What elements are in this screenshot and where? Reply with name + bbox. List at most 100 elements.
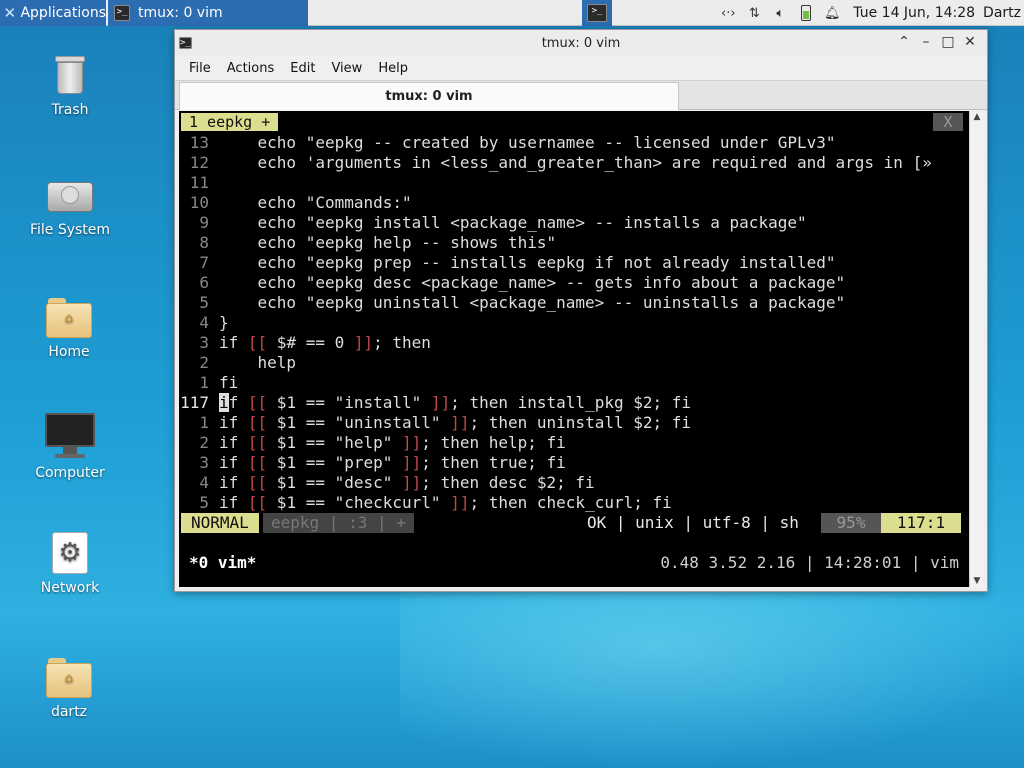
line-number: 1 — [199, 373, 209, 392]
line-text: echo 'arguments in <less_and_greater_tha… — [219, 153, 932, 172]
code-line: 4} — [179, 313, 229, 333]
shade-button-icon[interactable]: ⌃ — [893, 34, 915, 50]
line-text: echo "eepkg -- created by usernamee -- l… — [219, 133, 836, 152]
code-line: 13 echo "eepkg -- created by usernamee -… — [179, 133, 836, 153]
window-terminal-icon[interactable]: >_ — [179, 34, 192, 50]
volume-icon[interactable]: 🔈︎ — [769, 4, 791, 22]
line-text: echo "eepkg install <package_name> -- in… — [219, 213, 807, 232]
code-line: 6 echo "eepkg desc <package_name> -- get… — [179, 273, 845, 293]
line-number: 4 — [199, 313, 209, 332]
applications-menu-button[interactable]: ✕ Applications — [0, 0, 106, 26]
line-text: if [[ $1 == "uninstall" ]]; then uninsta… — [219, 413, 692, 432]
code-line: 5 echo "eepkg uninstall <package_name> -… — [179, 293, 845, 313]
terminal-icon: >_ — [587, 4, 607, 22]
window-title: tmux: 0 vim — [541, 35, 621, 51]
line-number: 10 — [189, 193, 209, 212]
drive-icon — [47, 178, 93, 216]
minimize-button-icon[interactable]: – — [915, 34, 937, 50]
line-text: echo "eepkg help -- shows this" — [219, 233, 557, 252]
line-number: 7 — [199, 253, 209, 272]
line-text: if [[ $1 == "prep" ]]; then true; fi — [219, 453, 566, 472]
desktop-icon-home[interactable]: ⌂ Home — [14, 298, 124, 360]
line-number: 3 — [199, 333, 209, 352]
desktop-icon-label: dartz — [50, 704, 88, 720]
menubar: File Actions Edit View Help — [175, 56, 987, 80]
line-number: 1 — [199, 413, 209, 432]
line-number: 13 — [189, 133, 209, 152]
bell-icon[interactable]: 🔔︎ — [821, 4, 843, 22]
line-number: 117 — [180, 393, 209, 412]
menu-view[interactable]: View — [323, 61, 370, 76]
line-text: echo "eepkg desc <package_name> -- gets … — [219, 273, 846, 292]
line-number: 5 — [199, 293, 209, 312]
scroll-down-icon[interactable]: ▼ — [970, 575, 984, 587]
battery-icon[interactable] — [795, 4, 817, 22]
menu-actions[interactable]: Actions — [219, 61, 283, 76]
menu-file[interactable]: File — [181, 61, 219, 76]
desktop-icon-file-system[interactable]: File System — [15, 178, 125, 238]
network-arrows-icon[interactable]: ‹·› — [717, 4, 739, 22]
desktop-icon-trash[interactable]: Trash — [15, 52, 125, 118]
monitor-icon — [45, 413, 95, 459]
line-number: 8 — [199, 233, 209, 252]
line-number: 6 — [199, 273, 209, 292]
maximize-button-icon[interactable]: □ — [937, 34, 959, 50]
terminal-launcher-button[interactable]: >_ — [582, 0, 612, 26]
tmux-status-right: 0.48 3.52 2.16 | 14:28:01 | vim — [660, 553, 959, 572]
code-line: 117 if [[ $1 == "install" ]]; then instal… — [179, 393, 691, 413]
code-line: 1 fi — [179, 373, 238, 393]
terminal-tab[interactable]: tmux: 0 vim — [179, 82, 679, 110]
clock[interactable]: Tue 14 Jun, 14:28 — [853, 5, 975, 21]
code-line: 12 echo 'arguments in <less_and_greater_… — [179, 153, 932, 173]
vim-percent: 95% — [821, 513, 881, 533]
code-line: 10 echo "Commands:" — [179, 193, 412, 213]
xfce-logo-icon: ✕ — [3, 4, 17, 22]
vim-tab-close[interactable]: X — [933, 113, 963, 131]
desktop-icon-dartz[interactable]: ⌂ dartz — [14, 658, 124, 720]
code-line: 2 help — [179, 353, 296, 373]
code-line: 1 if [[ $1 == "uninstall" ]]; then uninst… — [179, 413, 691, 433]
line-number: 2 — [199, 433, 209, 452]
vim-encoding-info: OK | unix | utf-8 | sh — [587, 513, 799, 532]
line-text: if [[ $1 == "help" ]]; then help; fi — [219, 433, 566, 452]
transfer-icon[interactable]: ⇅ — [743, 4, 765, 22]
vim-statusline: NORMAL eepkg | :3 | + OK | unix | utf-8 … — [181, 513, 961, 533]
line-text: } — [219, 313, 229, 332]
vim-tab[interactable]: 1 eepkg + — [181, 113, 279, 131]
line-text: if [[ $1 == "install" ]]; then install_p… — [219, 393, 692, 412]
code-line: 3 if [[ $1 == "prep" ]]; then true; fi — [179, 453, 566, 473]
taskbar-item-terminal[interactable]: >_ tmux: 0 vim — [108, 0, 308, 26]
code-line: 7 echo "eepkg prep -- installs eepkg if … — [179, 253, 835, 273]
user-menu[interactable]: Dartz — [983, 5, 1021, 21]
window-titlebar[interactable]: >_ tmux: 0 vim ⌃ – □ ✕ — [175, 30, 987, 56]
desktop-icon-label: File System — [29, 222, 111, 238]
menu-edit[interactable]: Edit — [282, 61, 323, 76]
desktop-icon-computer[interactable]: Computer — [15, 413, 125, 481]
terminal-area[interactable]: 1 eepkg + X 13 echo "eepkg -- created by… — [179, 111, 969, 587]
terminal-scrollbar[interactable]: ▲ ▼ — [969, 111, 983, 587]
code-line: 11 — [179, 173, 219, 193]
terminal-window: >_ tmux: 0 vim ⌃ – □ ✕ File Actions Edit… — [174, 29, 988, 592]
line-number: 5 — [199, 493, 209, 512]
scroll-up-icon[interactable]: ▲ — [970, 111, 984, 123]
network-gear-icon: ⚙ — [52, 532, 88, 574]
line-text: echo "Commands:" — [219, 193, 412, 212]
desktop-icon-network[interactable]: ⚙ Network — [15, 532, 125, 596]
line-number: 4 — [199, 473, 209, 492]
menu-help[interactable]: Help — [370, 61, 416, 76]
line-text: if [[ $1 == "checkcurl" ]]; then check_c… — [219, 493, 672, 512]
code-line: 5 if [[ $1 == "checkcurl" ]]; then check_… — [179, 493, 672, 513]
line-number: 9 — [199, 213, 209, 232]
line-number: 2 — [199, 353, 209, 372]
vim-mode: NORMAL — [181, 513, 259, 533]
terminal-icon: >_ — [114, 5, 130, 21]
tmux-statusline: *0 vim* 0.48 3.52 2.16 | 14:28:01 | vim — [189, 553, 959, 573]
line-number: 12 — [189, 153, 209, 172]
line-text: echo "eepkg uninstall <package_name> -- … — [219, 293, 846, 312]
line-number: 11 — [189, 173, 209, 192]
tmux-window-list[interactable]: *0 vim* — [189, 553, 256, 573]
home-folder-icon: ⌂ — [46, 298, 92, 338]
terminal-tab-bar: tmux: 0 vim — [175, 80, 987, 110]
close-button-icon[interactable]: ✕ — [959, 34, 981, 50]
code-line: 3 if [[ $# == 0 ]]; then — [179, 333, 431, 353]
